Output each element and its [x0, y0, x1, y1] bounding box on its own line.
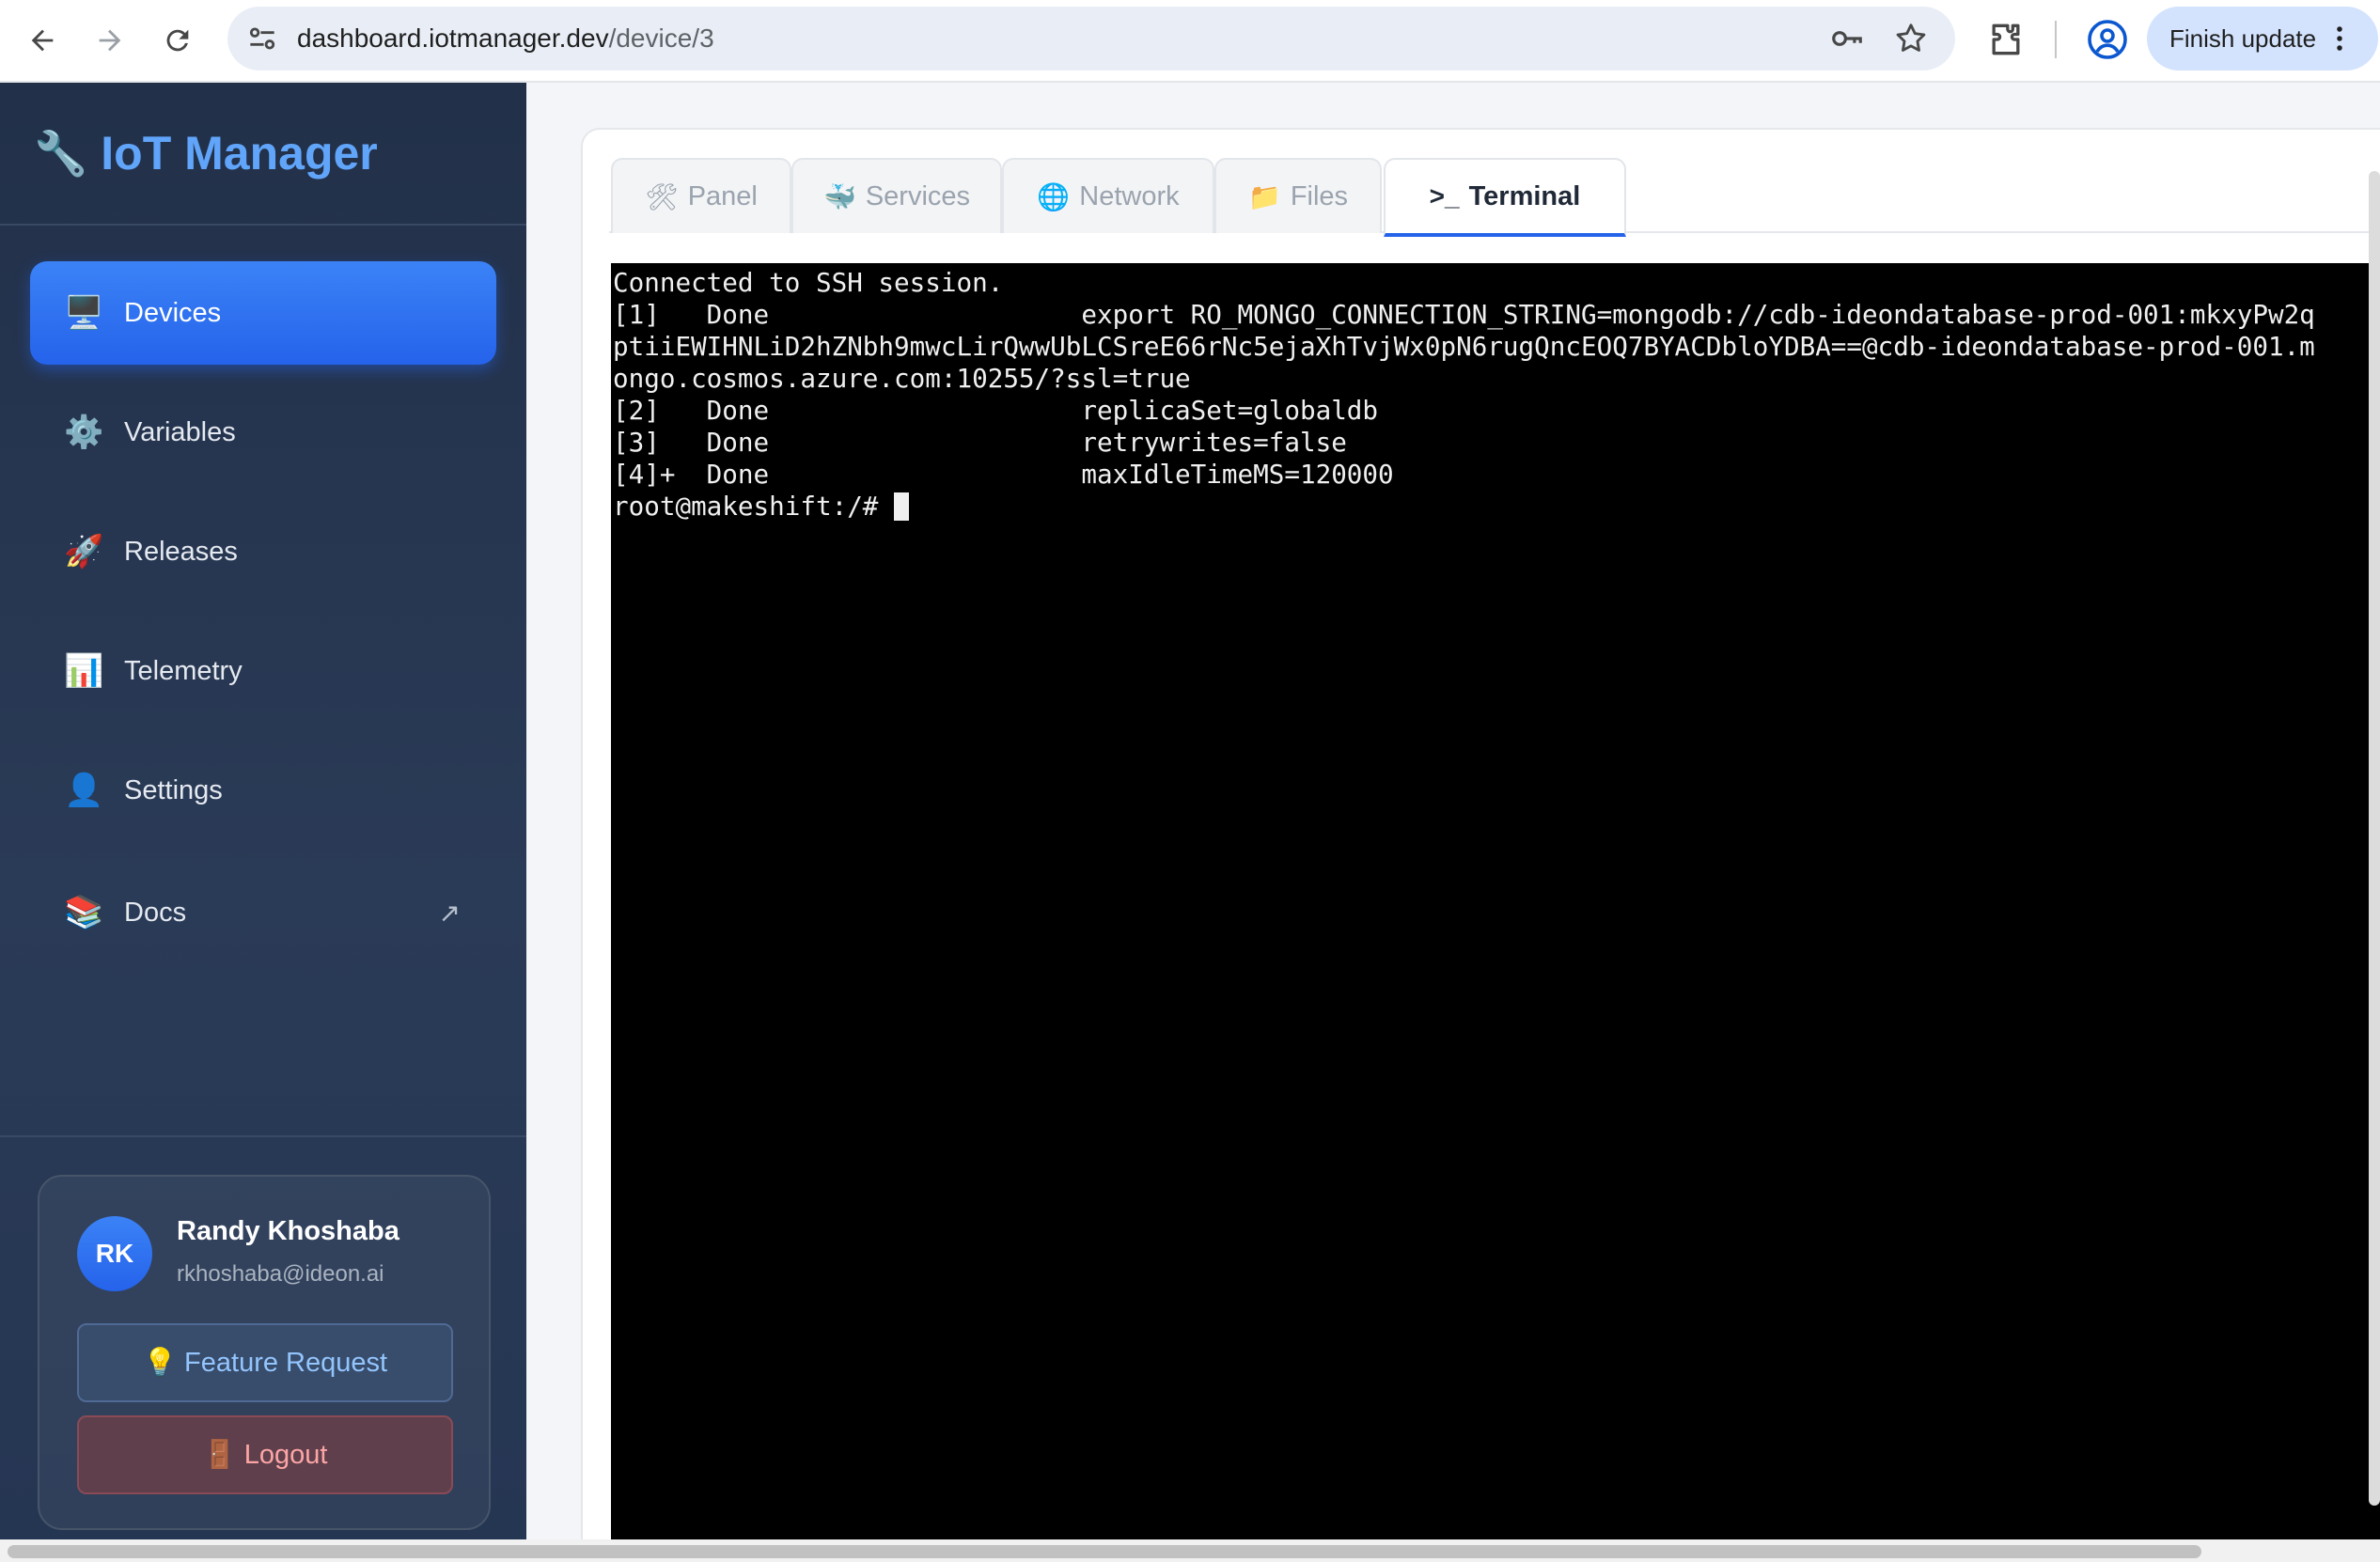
tab-label: Terminal: [1468, 180, 1581, 211]
browser-toolbar: dashboard.iotmanager.dev/device/3 Finish…: [0, 0, 2380, 83]
sidebar-item-releases[interactable]: 🚀 Releases: [30, 500, 496, 603]
terminal-prompt-line[interactable]: root@makeshift:/#: [613, 491, 910, 523]
feature-request-label: Feature Request: [184, 1347, 388, 1378]
finish-update-label: Finish update: [2169, 23, 2317, 53]
terminal-icon: >_: [1429, 181, 1460, 211]
terminal-line: ongo.cosmos.azure.com:10255/?ssl=true: [613, 363, 1191, 394]
globe-icon: 🌐: [1037, 181, 1071, 211]
terminal-prompt: root@makeshift:/#: [613, 491, 895, 522]
user-card: RK Randy Khoshaba rkhoshaba@ideon.ai 💡 F…: [38, 1175, 491, 1530]
back-button[interactable]: [19, 17, 66, 64]
main-content: 🛠 Panel 🐳 Services 🌐 Network 📁 Files >_ …: [526, 83, 2380, 1543]
sidebar-item-label: Releases: [124, 536, 238, 567]
tab-label: Network: [1079, 180, 1180, 211]
reload-icon: [166, 29, 189, 52]
sidebar-item-variables[interactable]: ⚙️ Variables: [30, 381, 496, 484]
tab-label: Services: [865, 180, 971, 211]
sidebar-item-docs[interactable]: 📚 Docs ↗: [30, 861, 496, 964]
monitor-icon: 🖥️: [64, 295, 104, 331]
extensions-puzzle-icon[interactable]: [1985, 19, 2027, 60]
url-host: dashboard.iotmanager.dev: [297, 23, 609, 53]
vertical-scrollbar[interactable]: [2369, 171, 2380, 1506]
sidebar-item-label: Docs: [124, 897, 187, 928]
sidebar-item-label: Telemetry: [124, 655, 243, 686]
tab-panel[interactable]: 🛠 Panel: [611, 158, 791, 233]
terminal-line: [4]+ Done maxIdleTimeMS=120000: [613, 459, 1394, 490]
sidebar-divider: [0, 1135, 526, 1137]
user-name: Randy Khoshaba: [177, 1216, 399, 1246]
reload-button[interactable]: [154, 17, 201, 64]
feature-request-button[interactable]: 💡 Feature Request: [77, 1323, 453, 1402]
folder-icon: 📁: [1247, 181, 1281, 211]
logout-label: Logout: [243, 1439, 328, 1470]
site-info-icon[interactable]: [244, 21, 280, 56]
terminal-line: [3] Done retrywrites=false: [613, 427, 1347, 458]
url-text[interactable]: dashboard.iotmanager.dev/device/3: [297, 7, 714, 70]
arrow-right-icon: [99, 29, 121, 52]
lightbulb-icon: 💡: [142, 1348, 178, 1378]
scrollbar-thumb[interactable]: [8, 1545, 2201, 1558]
arrow-left-icon: [31, 29, 54, 52]
sidebar: 🔧 IoT Manager 🖥️ Devices ⚙️ Variables 🚀 …: [0, 83, 526, 1539]
horizontal-scrollbar[interactable]: [0, 1539, 2380, 1562]
tab-network[interactable]: 🌐 Network: [1002, 158, 1214, 233]
logout-button[interactable]: 🚪 Logout: [77, 1415, 453, 1494]
sidebar-item-label: Devices: [124, 297, 222, 328]
terminal-line: ptiiEWIHNLiD2hZNbh9mwcLirQwwUbLCSreE66rN…: [613, 331, 2315, 362]
gear-icon: ⚙️: [64, 414, 104, 450]
tab-terminal[interactable]: >_ Terminal: [1384, 158, 1626, 237]
whale-icon: 🐳: [822, 181, 856, 211]
wrench-icon: 🔧: [34, 128, 88, 178]
terminal-line: [1] Done export RO_MONGO_CONNECTION_STRI…: [613, 299, 2315, 330]
sidebar-item-devices[interactable]: 🖥️ Devices: [30, 261, 496, 365]
bar-chart-icon: 📊: [64, 653, 104, 689]
terminal-line: [2] Done replicaSet=globaldb: [613, 395, 1379, 426]
tab-label: Files: [1290, 180, 1349, 211]
sidebar-item-telemetry[interactable]: 📊 Telemetry: [30, 619, 496, 723]
toolbar-divider: [2055, 21, 2057, 58]
person-icon: 👤: [64, 773, 104, 808]
bookmark-star-icon[interactable]: [1893, 21, 1929, 56]
tab-files[interactable]: 📁 Files: [1214, 158, 1382, 233]
brand[interactable]: 🔧 IoT Manager: [0, 83, 526, 226]
sidebar-item-settings[interactable]: 👤 Settings: [30, 739, 496, 842]
avatar[interactable]: RK: [77, 1216, 152, 1291]
forward-button[interactable]: [86, 17, 133, 64]
sidebar-item-label: Variables: [124, 416, 236, 447]
tab-services[interactable]: 🐳 Services: [791, 158, 1002, 233]
books-icon: 📚: [64, 895, 104, 930]
sidebar-item-label: Settings: [124, 774, 223, 805]
user-email: rkhoshaba@ideon.ai: [177, 1261, 384, 1287]
brand-name: IoT Manager: [101, 127, 378, 180]
profile-icon[interactable]: [2085, 17, 2130, 62]
terminal-screen[interactable]: Connected to SSH session. [1] Done expor…: [611, 263, 2380, 1539]
rocket-icon: 🚀: [64, 534, 104, 570]
tab-label: Panel: [687, 180, 758, 211]
terminal-line: Connected to SSH session.: [613, 267, 1004, 298]
key-icon[interactable]: [1829, 21, 1865, 56]
terminal-cursor: [894, 492, 910, 521]
more-vert-icon: [2337, 26, 2342, 51]
external-link-icon: ↗: [438, 898, 461, 928]
url-path: /device/3: [608, 23, 714, 53]
door-icon: 🚪: [202, 1440, 237, 1470]
address-bar[interactable]: dashboard.iotmanager.dev/device/3: [227, 7, 1955, 70]
tools-icon: 🛠: [645, 181, 679, 211]
finish-update-button[interactable]: Finish update: [2147, 7, 2378, 70]
